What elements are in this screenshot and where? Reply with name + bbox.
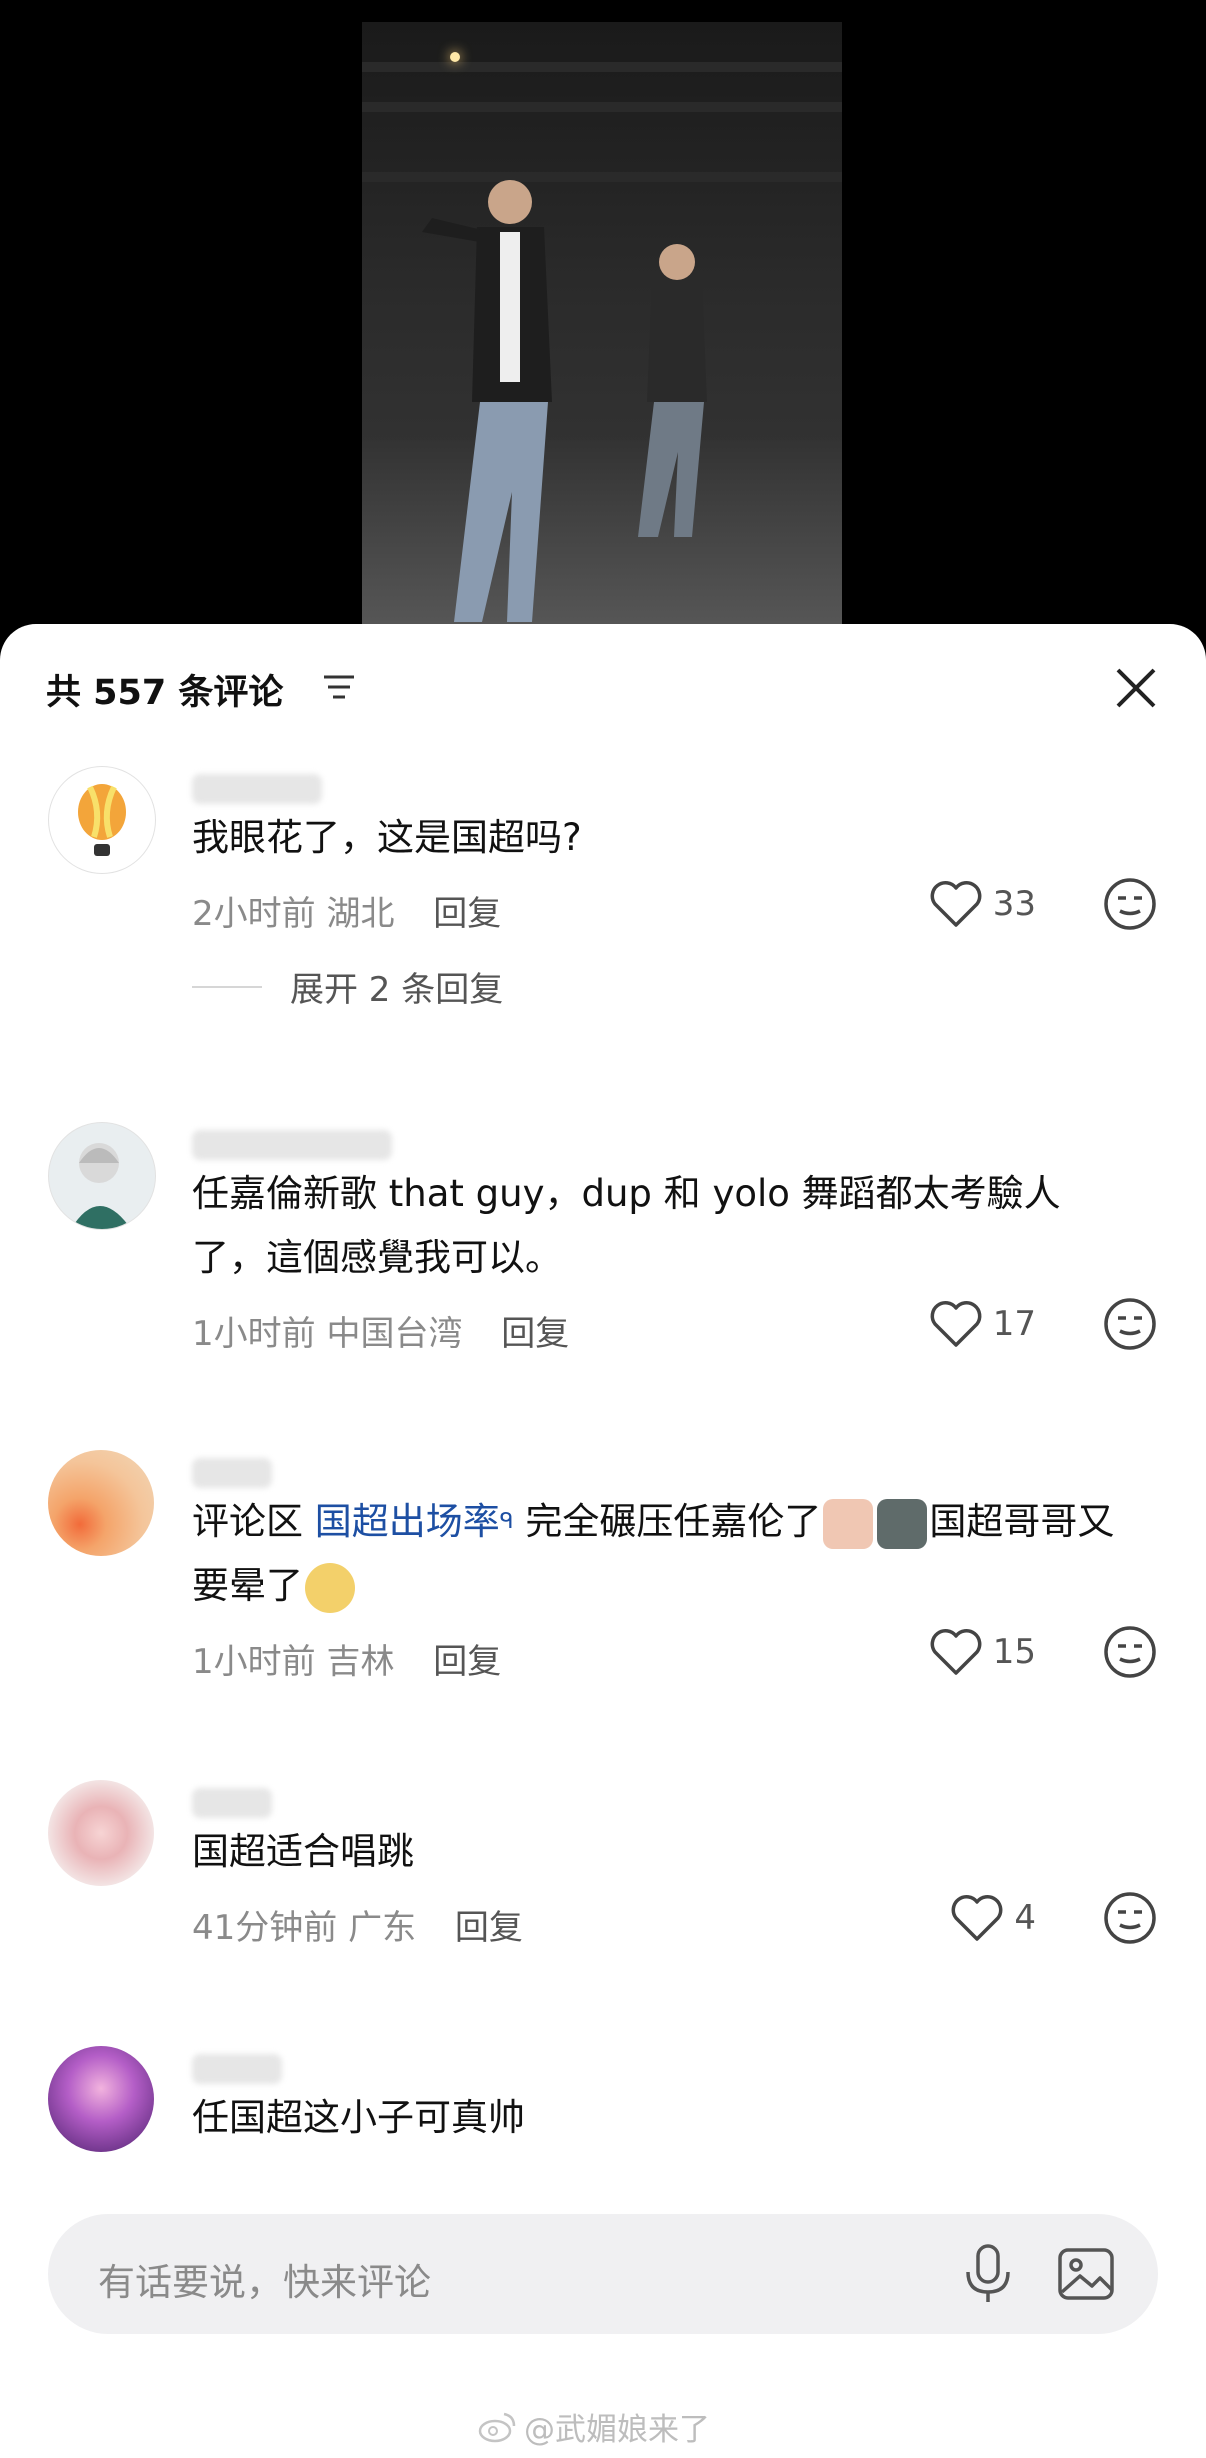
username-blurred[interactable] xyxy=(192,2054,282,2084)
comment-input-bar[interactable]: 有话要说，快来评论 xyxy=(48,2214,1158,2334)
dancers-figure xyxy=(422,180,707,622)
comment-location: 吉林 xyxy=(326,1642,395,1682)
like-count: 15 xyxy=(992,1632,1036,1672)
comment-text: 国超适合唱跳 xyxy=(192,1830,414,1873)
comment-time: 41分钟前 xyxy=(192,1908,338,1948)
reply-button[interactable]: 回复 xyxy=(433,894,501,934)
comment-meta: 2小时前 湖北 回复 xyxy=(192,886,501,935)
watermark: @武媚娘来了 xyxy=(478,2404,710,2449)
weibo-logo-icon xyxy=(478,2412,516,2442)
comment-location: 湖北 xyxy=(326,894,395,934)
reaction-face-icon[interactable] xyxy=(1102,876,1158,932)
reply-button[interactable]: 回复 xyxy=(455,1908,523,1948)
comment-meta: 1小时前 吉林 回复 xyxy=(192,1634,501,1683)
avatar[interactable] xyxy=(48,1450,154,1556)
comment-meta: 41分钟前 广东 回复 xyxy=(192,1900,523,1949)
comment-text: 评论区 国超出场率ᑫ 完全碾压任嘉伦了 国超哥哥又要晕了 xyxy=(192,1490,1132,1618)
comment-text: 我眼花了，这是国超吗? xyxy=(192,816,582,859)
microphone-icon[interactable] xyxy=(958,2242,1018,2306)
expand-replies-label: 展开 2 条回复 xyxy=(290,970,504,1010)
reaction-face-icon[interactable] xyxy=(1102,1296,1158,1352)
watermark-text: @武媚娘来了 xyxy=(524,2412,710,2448)
topic-link[interactable]: 国超出场率 xyxy=(315,1500,500,1543)
like-button[interactable]: 33 xyxy=(929,876,1036,932)
comment-location: 广东 xyxy=(348,1908,417,1948)
dizzy-emoji xyxy=(305,1562,355,1613)
search-icon: ᑫ xyxy=(499,1509,514,1534)
username-blurred[interactable] xyxy=(192,774,322,804)
sort-filter-icon[interactable] xyxy=(322,672,356,702)
comment-count-title: 共 557 条评论 xyxy=(46,673,284,713)
heart-icon xyxy=(951,1895,1003,1941)
avatar[interactable] xyxy=(48,766,156,874)
divider-line xyxy=(192,985,262,988)
reaction-face-icon[interactable] xyxy=(1102,1890,1158,1946)
avatar[interactable] xyxy=(48,1122,156,1230)
video-player[interactable] xyxy=(0,0,1206,630)
like-button[interactable]: 15 xyxy=(929,1624,1036,1680)
heart-icon xyxy=(930,881,982,927)
avatar[interactable] xyxy=(48,1780,154,1886)
username-blurred[interactable] xyxy=(192,1458,272,1488)
avatar[interactable] xyxy=(48,2046,154,2152)
heart-icon xyxy=(930,1301,982,1347)
like-button[interactable]: 17 xyxy=(929,1296,1036,1352)
balloon-icon xyxy=(78,784,126,856)
avatar-illustration xyxy=(71,1143,131,1229)
reaction-face-icon[interactable] xyxy=(1102,1624,1158,1680)
comment-sheet: 共 557 条评论 我眼花了，这是国超吗? 2小时前 湖北 回复 33 展开 2… xyxy=(0,624,1206,2458)
username-blurred[interactable] xyxy=(192,1130,392,1160)
comment-time: 1小时前 xyxy=(192,1642,316,1682)
like-button[interactable]: 4 xyxy=(950,1890,1036,1946)
cat-emoji xyxy=(877,1498,928,1549)
like-count: 17 xyxy=(992,1304,1036,1344)
reply-button[interactable]: 回复 xyxy=(433,1642,501,1682)
comment-item: 任国超这小子可真帅 xyxy=(0,2046,1206,2174)
close-icon[interactable] xyxy=(1110,662,1162,714)
comment-meta: 1小时前 中国台湾 回复 xyxy=(192,1306,569,1355)
comment-text: 任国超这小子可真帅 xyxy=(192,2096,525,2139)
like-count: 33 xyxy=(992,884,1036,924)
video-frame[interactable] xyxy=(362,22,842,630)
username-blurred[interactable] xyxy=(192,1788,272,1818)
sticker-emoji xyxy=(823,1498,874,1549)
image-icon[interactable] xyxy=(1056,2244,1116,2304)
comment-input-placeholder[interactable]: 有话要说，快来评论 xyxy=(98,2252,431,2306)
comment-time: 1小时前 xyxy=(192,1314,316,1354)
comment-time: 2小时前 xyxy=(192,894,316,934)
comment-location: 中国台湾 xyxy=(326,1314,463,1354)
comment-text: 任嘉倫新歌 that guy，dup 和 yolo 舞蹈都太考驗人了，這個感覺我… xyxy=(192,1172,1061,1279)
like-count: 4 xyxy=(1014,1898,1036,1938)
expand-replies-button[interactable]: 展开 2 条回复 xyxy=(192,962,503,1011)
heart-icon xyxy=(930,1629,982,1675)
reply-button[interactable]: 回复 xyxy=(501,1314,569,1354)
